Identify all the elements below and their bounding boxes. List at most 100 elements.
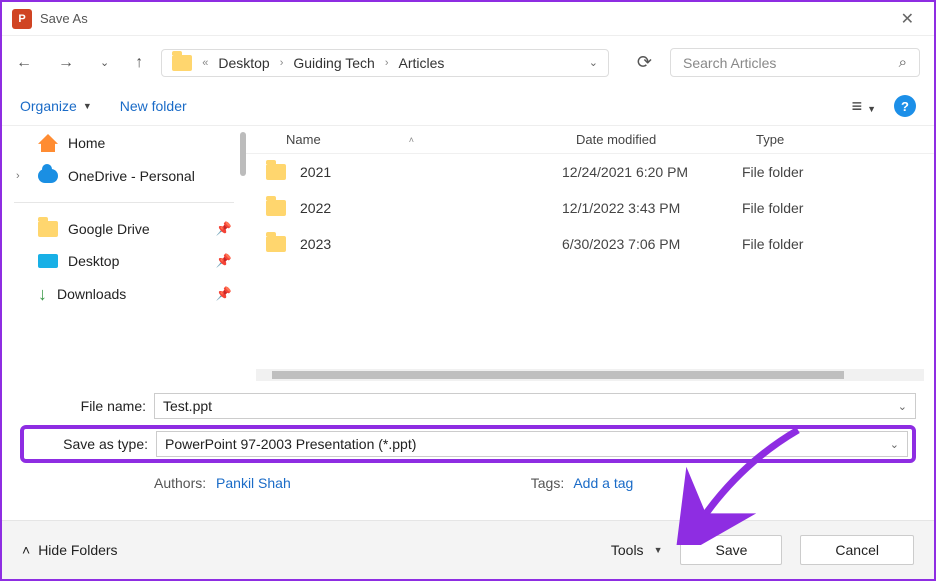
organize-label: Organize [20, 98, 77, 114]
sidebar-item-downloads[interactable]: ↓ Downloads 📌 [2, 277, 246, 311]
authors-label: Authors: [154, 475, 206, 491]
help-button[interactable]: ? [894, 95, 916, 117]
sidebar-item-onedrive[interactable]: OneDrive - Personal [2, 160, 246, 192]
address-bar[interactable]: « Desktop › Guiding Tech › Articles ⌄ [161, 49, 609, 77]
recent-dropdown[interactable]: ⌄ [100, 56, 109, 69]
refresh-button[interactable]: ⟳ [627, 46, 662, 79]
toolbar: Organize ▼ New folder ≡ ▼ ? [2, 89, 934, 125]
search-placeholder: Search Articles [683, 55, 776, 71]
title-bar: P Save As ✕ [2, 2, 934, 36]
nav-arrows: ← → ⌄ ↑ [16, 54, 143, 72]
sidebar-item-label: Home [68, 135, 105, 151]
file-name: 2022 [300, 200, 331, 216]
folder-icon [266, 236, 286, 252]
search-icon: ⌕ [899, 54, 907, 71]
column-name-header[interactable]: Name ˄ [266, 132, 576, 147]
breadcrumb-item[interactable]: Guiding Tech [293, 55, 374, 71]
up-button[interactable]: ↑ [135, 54, 143, 72]
savetype-highlight: Save as type: PowerPoint 97-2003 Present… [20, 425, 916, 463]
hide-folders-button[interactable]: ˄ Hide Folders [22, 542, 118, 558]
savetype-value: PowerPoint 97-2003 Presentation (*.ppt) [165, 436, 416, 452]
horizontal-scrollbar[interactable] [256, 369, 924, 381]
back-button[interactable]: ← [16, 54, 32, 72]
powerpoint-icon: P [12, 9, 32, 29]
sidebar-item-label: Desktop [68, 253, 119, 269]
chevron-down-icon: ▼ [654, 545, 663, 555]
chevron-right-icon: › [385, 57, 389, 69]
file-date: 12/1/2022 3:43 PM [562, 200, 742, 216]
sidebar-item-google-drive[interactable]: Google Drive 📌 [2, 213, 246, 245]
chevron-icon: « [202, 57, 208, 69]
authors-value: Pankil Shah [216, 475, 291, 491]
chevron-up-icon: ˄ [22, 542, 30, 558]
scrollbar-thumb[interactable] [272, 371, 844, 379]
file-row[interactable]: 2021 12/24/2021 6:20 PM File folder [246, 154, 934, 190]
breadcrumb-item[interactable]: Articles [399, 55, 445, 71]
home-icon [38, 134, 58, 152]
sidebar-item-desktop[interactable]: Desktop 📌 [2, 245, 246, 277]
metadata-row: Authors: Pankil Shah Tags: Add a tag [2, 469, 934, 493]
tools-label: Tools [611, 542, 644, 558]
column-date-header[interactable]: Date modified [576, 132, 756, 147]
file-row[interactable]: 2022 12/1/2022 3:43 PM File folder [246, 190, 934, 226]
file-date: 6/30/2023 7:06 PM [562, 236, 742, 252]
folder-icon [172, 55, 192, 71]
cancel-button[interactable]: Cancel [800, 535, 914, 565]
organize-button[interactable]: Organize ▼ [20, 98, 92, 114]
folder-icon [266, 164, 286, 180]
folder-icon [266, 200, 286, 216]
filename-value: Test.ppt [163, 398, 212, 414]
hide-folders-label: Hide Folders [38, 542, 117, 558]
tags-value: Add a tag [573, 475, 633, 491]
view-options-button[interactable]: ≡ ▼ [852, 96, 876, 117]
dropdown-icon[interactable]: ⌄ [898, 400, 907, 413]
sidebar-item-label: Google Drive [68, 221, 150, 237]
save-button[interactable]: Save [680, 535, 782, 565]
sidebar-item-label: Downloads [57, 286, 126, 302]
tags-label: Tags: [531, 475, 564, 491]
dropdown-icon[interactable]: ⌄ [890, 438, 899, 451]
new-folder-label: New folder [120, 98, 187, 114]
save-fields: File name: Test.ppt ⌄ Save as type: Powe… [2, 381, 934, 469]
download-icon: ↓ [38, 285, 47, 303]
column-label: Name [286, 132, 321, 147]
tools-dropdown[interactable]: Tools ▼ [611, 542, 663, 558]
desktop-icon [38, 254, 58, 268]
file-type: File folder [742, 164, 914, 180]
filename-input[interactable]: Test.ppt ⌄ [154, 393, 916, 419]
tags-field[interactable]: Tags: Add a tag [531, 475, 634, 491]
forward-button[interactable]: → [58, 54, 74, 72]
new-folder-button[interactable]: New folder [120, 98, 187, 114]
chevron-down-icon: ▼ [83, 101, 92, 111]
sidebar: Home › OneDrive - Personal Google Drive … [2, 126, 246, 381]
address-dropdown-icon[interactable]: ⌄ [589, 56, 598, 69]
sort-indicator-icon: ˄ [409, 135, 414, 145]
savetype-select[interactable]: PowerPoint 97-2003 Presentation (*.ppt) … [156, 431, 908, 457]
file-date: 12/24/2021 6:20 PM [562, 164, 742, 180]
nav-row: ← → ⌄ ↑ « Desktop › Guiding Tech › Artic… [2, 36, 934, 89]
file-list: Name ˄ Date modified Type 2021 12/24/202… [246, 126, 934, 381]
savetype-label: Save as type: [28, 436, 156, 452]
file-name: 2021 [300, 164, 331, 180]
chevron-right-icon: › [280, 57, 284, 69]
pin-icon: 📌 [216, 221, 232, 237]
footer: ˄ Hide Folders Tools ▼ Save Cancel [2, 520, 934, 579]
sidebar-item-home[interactable]: Home [2, 126, 246, 160]
expand-caret-icon[interactable]: › [16, 170, 20, 182]
authors-field[interactable]: Authors: Pankil Shah [154, 475, 291, 491]
folder-icon [38, 221, 58, 237]
breadcrumb-item[interactable]: Desktop [218, 55, 269, 71]
filename-label: File name: [20, 398, 154, 414]
search-input[interactable]: Search Articles ⌕ [670, 48, 920, 77]
column-type-header[interactable]: Type [756, 132, 914, 147]
file-type: File folder [742, 236, 914, 252]
cloud-icon [38, 169, 58, 183]
close-button[interactable]: ✕ [891, 5, 924, 33]
column-headers: Name ˄ Date modified Type [246, 126, 934, 154]
separator [14, 202, 234, 203]
sidebar-item-label: OneDrive - Personal [68, 168, 195, 184]
pin-icon: 📌 [216, 286, 232, 302]
main-area: Home › OneDrive - Personal Google Drive … [2, 125, 934, 381]
file-row[interactable]: 2023 6/30/2023 7:06 PM File folder [246, 226, 934, 262]
filename-row: File name: Test.ppt ⌄ [20, 393, 916, 419]
